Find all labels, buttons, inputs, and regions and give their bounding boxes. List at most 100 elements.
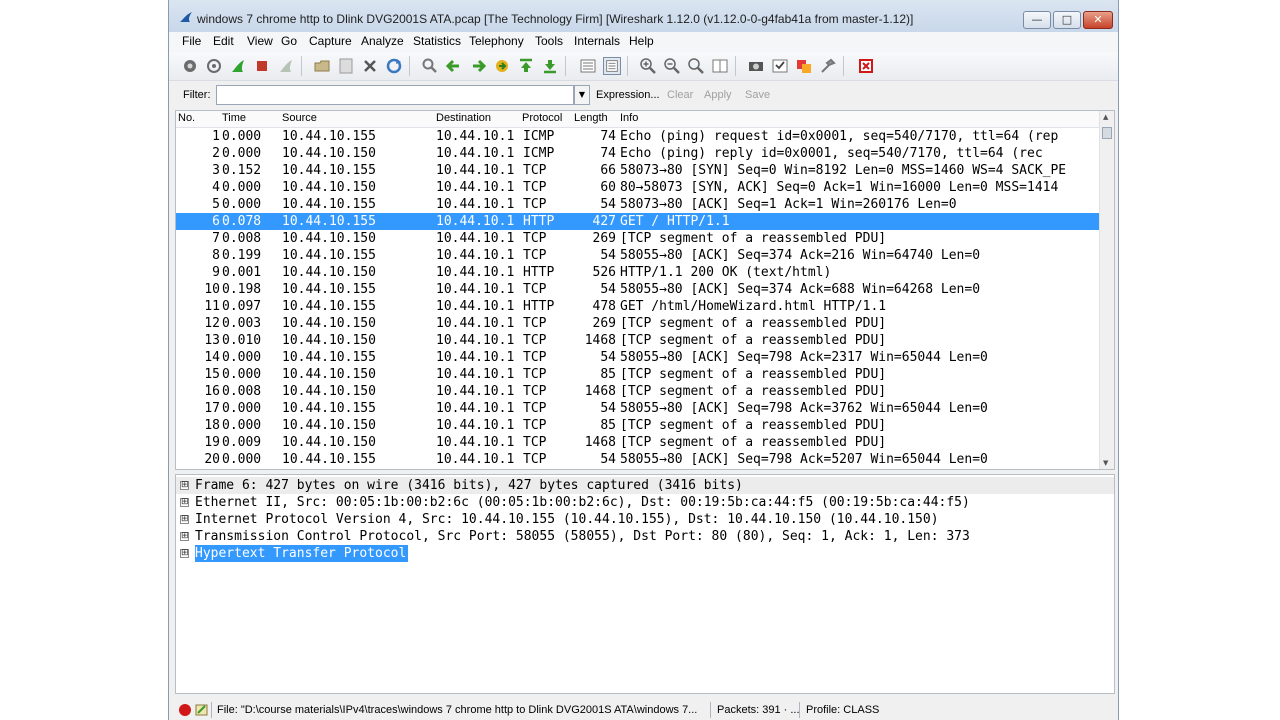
menu-file[interactable]: File xyxy=(182,34,201,48)
stop-capture-icon[interactable] xyxy=(253,57,271,75)
packet-cell-info: 80→58073 [SYN, ACK] Seq=0 Ack=1 Win=1600… xyxy=(620,180,1059,195)
column-length[interactable]: Length xyxy=(574,112,608,124)
coloring-rules-icon[interactable] xyxy=(795,57,813,75)
packet-cell-info: 58055→80 [ACK] Seq=798 Ack=2317 Win=6504… xyxy=(620,350,988,365)
menu-statistics[interactable]: Statistics xyxy=(413,34,461,48)
column-no[interactable]: No. xyxy=(178,112,195,124)
zoom-out-icon[interactable] xyxy=(663,57,681,75)
menu-help[interactable]: Help xyxy=(629,34,654,48)
packet-row[interactable]: 210.00010.44.10.15010.44.10.1TCP85[TCP s… xyxy=(176,468,1100,469)
detail-tree-label: Hypertext Transfer Protocol xyxy=(195,545,409,562)
close-file-icon[interactable] xyxy=(361,57,379,75)
menu-telephony[interactable]: Telephony xyxy=(469,34,524,48)
packet-row[interactable]: 15 0.000 10.44.10.150 10.44.10.1 TCP 85 [TCP s… xyxy=(176,366,1100,383)
expert-info-error-icon[interactable] xyxy=(178,703,192,717)
packet-row[interactable]: 7 0.008 10.44.10.150 10.44.10.1 TCP 269 [TCP s… xyxy=(176,230,1100,247)
column-source[interactable]: Source xyxy=(282,112,317,124)
packet-row[interactable]: 19 0.009 10.44.10.150 10.44.10.1 TCP 1468 [TCP… xyxy=(176,434,1100,451)
filter-dropdown-button[interactable]: ▼ xyxy=(574,85,590,105)
packet-row[interactable]: 5 0.000 10.44.10.155 10.44.10.1 TCP 54 58073→8… xyxy=(176,196,1100,213)
save-filter-button[interactable]: Save xyxy=(745,89,770,101)
menu-internals[interactable]: Internals xyxy=(574,34,620,48)
expand-icon[interactable]: ⊞ xyxy=(180,481,189,490)
minimize-button[interactable]: — xyxy=(1023,11,1051,29)
packet-row[interactable]: 17 0.000 10.44.10.155 10.44.10.1 TCP 54 58055→… xyxy=(176,400,1100,417)
menu-capture[interactable]: Capture xyxy=(309,34,352,48)
filter-input[interactable] xyxy=(216,85,574,105)
go-to-packet-icon[interactable] xyxy=(493,57,511,75)
packet-cell-time: 0.003 xyxy=(222,316,262,331)
packet-row[interactable]: 1 0.000 10.44.10.155 10.44.10.1 ICMP 74 Echo (… xyxy=(176,128,1100,145)
preferences-icon[interactable] xyxy=(819,57,837,75)
packet-list-scrollbar[interactable]: ▲ ▼ xyxy=(1099,111,1114,469)
capture-filters-icon[interactable] xyxy=(747,57,765,75)
apply-button[interactable]: Apply xyxy=(704,89,732,101)
resize-columns-icon[interactable] xyxy=(711,57,729,75)
maximize-button[interactable]: □ xyxy=(1053,11,1081,29)
packet-row[interactable]: 9 0.001 10.44.10.150 10.44.10.1 HTTP 526 HTTP/… xyxy=(176,264,1100,281)
auto-scroll-icon[interactable] xyxy=(603,57,621,75)
packet-row[interactable]: 4 0.000 10.44.10.150 10.44.10.1 TCP 60 80→5807… xyxy=(176,179,1100,196)
go-last-icon[interactable] xyxy=(541,57,559,75)
packet-row[interactable]: 14 0.000 10.44.10.155 10.44.10.1 TCP 54 58055→… xyxy=(176,349,1100,366)
packet-row[interactable]: 8 0.199 10.44.10.155 10.44.10.1 TCP 54 58055→8… xyxy=(176,247,1100,264)
packet-row[interactable]: 11 0.097 10.44.10.155 10.44.10.1 HTTP 478 GET … xyxy=(176,298,1100,315)
packet-row[interactable]: 18 0.000 10.44.10.150 10.44.10.1 TCP 85 [TCP s… xyxy=(176,417,1100,434)
find-packet-icon[interactable] xyxy=(421,57,439,75)
restart-capture-icon[interactable] xyxy=(277,57,295,75)
expand-icon[interactable]: ⊞ xyxy=(180,515,189,524)
packet-row[interactable]: 16 0.008 10.44.10.150 10.44.10.1 TCP 1468 [TCP… xyxy=(176,383,1100,400)
help-icon[interactable] xyxy=(857,57,875,75)
column-info[interactable]: Info xyxy=(620,112,638,124)
packet-row[interactable]: 3 0.152 10.44.10.155 10.44.10.1 TCP 66 58073→8… xyxy=(176,162,1100,179)
expand-icon[interactable]: ⊞ xyxy=(180,498,189,507)
go-forward-icon[interactable] xyxy=(469,57,487,75)
detail-tree-item[interactable]: ⊞ Hypertext Transfer Protocol xyxy=(176,545,1114,562)
capture-options-icon[interactable] xyxy=(205,57,223,75)
toolbar-separator xyxy=(301,56,302,76)
packet-cell-len: 478 xyxy=(592,299,616,314)
zoom-in-icon[interactable] xyxy=(639,57,657,75)
detail-tree-item[interactable]: ⊞ Internet Protocol Version 4, Src: 10.44… xyxy=(176,511,1114,528)
display-filters-icon[interactable] xyxy=(771,57,789,75)
packet-row[interactable]: 6 0.078 10.44.10.155 10.44.10.1 HTTP 427 GET /… xyxy=(176,213,1100,230)
expand-icon[interactable]: ⊞ xyxy=(180,532,189,541)
clear-button[interactable]: Clear xyxy=(667,89,693,101)
packet-details-pane[interactable]: ⊞ Frame 6: 427 bytes on wire (3416 bits),… xyxy=(175,474,1115,694)
packet-row[interactable]: 13 0.010 10.44.10.150 10.44.10.1 TCP 1468 [TCP… xyxy=(176,332,1100,349)
interface-list-icon[interactable] xyxy=(181,57,199,75)
capture-comment-icon[interactable] xyxy=(195,703,209,717)
go-back-icon[interactable] xyxy=(445,57,463,75)
save-file-icon[interactable] xyxy=(337,57,355,75)
start-capture-icon[interactable] xyxy=(229,57,247,75)
detail-tree-item[interactable]: ⊞ Ethernet II, Src: 00:05:1b:00:b2:6c (00… xyxy=(176,494,1114,511)
reload-icon[interactable] xyxy=(385,57,403,75)
detail-tree-item[interactable]: ⊞ Transmission Control Protocol, Src Port… xyxy=(176,528,1114,545)
scrollbar-thumb[interactable] xyxy=(1102,127,1112,139)
packet-row[interactable]: 12 0.003 10.44.10.150 10.44.10.1 TCP 269 [TCP … xyxy=(176,315,1100,332)
packet-row[interactable]: 2 0.000 10.44.10.150 10.44.10.1 ICMP 74 Echo (… xyxy=(176,145,1100,162)
scroll-up-icon[interactable]: ▲ xyxy=(1103,113,1108,121)
packet-cell-no: 10 xyxy=(204,282,220,297)
colorize-icon[interactable] xyxy=(579,57,597,75)
menu-go[interactable]: Go xyxy=(281,34,297,48)
detail-tree-item[interactable]: ⊞ Frame 6: 427 bytes on wire (3416 bits),… xyxy=(176,477,1114,494)
expression-button[interactable]: Expression... xyxy=(596,89,660,101)
scroll-down-icon[interactable]: ▼ xyxy=(1103,459,1108,467)
column-destination[interactable]: Destination xyxy=(436,112,491,124)
expand-icon[interactable]: ⊞ xyxy=(180,549,189,558)
menu-edit[interactable]: Edit xyxy=(213,34,234,48)
menu-tools[interactable]: Tools xyxy=(535,34,563,48)
packet-row[interactable]: 10 0.198 10.44.10.155 10.44.10.1 TCP 54 58055→… xyxy=(176,281,1100,298)
menu-analyze[interactable]: Analyze xyxy=(361,34,404,48)
column-protocol[interactable]: Protocol xyxy=(522,112,562,124)
menu-view[interactable]: View xyxy=(247,34,273,48)
go-first-icon[interactable] xyxy=(517,57,535,75)
packet-list-pane[interactable]: No. Time Source Destination Protocol Len… xyxy=(175,110,1115,470)
close-button[interactable]: ✕ xyxy=(1083,11,1113,29)
column-time[interactable]: Time xyxy=(222,112,246,124)
open-file-icon[interactable] xyxy=(313,57,331,75)
zoom-normal-icon[interactable] xyxy=(687,57,705,75)
packet-row[interactable]: 20 0.000 10.44.10.155 10.44.10.1 TCP 54 58055→… xyxy=(176,451,1100,468)
packet-cell-no: 8 xyxy=(212,248,220,263)
